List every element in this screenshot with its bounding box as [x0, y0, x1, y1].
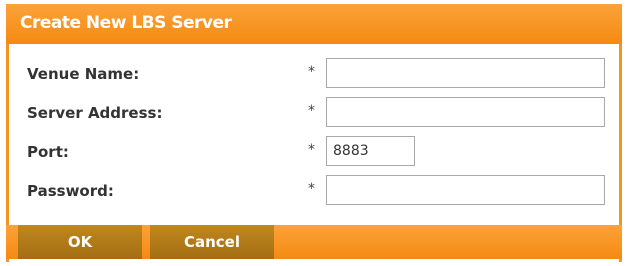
password-label: Password: [27, 182, 114, 200]
ok-button[interactable]: OK [18, 225, 142, 259]
server-address-required-mark: * [308, 103, 315, 119]
venue-name-input[interactable] [326, 58, 605, 88]
server-address-label: Server Address: [27, 104, 163, 122]
create-lbs-server-dialog: Create New LBS Server Venue Name: * Serv… [6, 4, 622, 262]
password-required-mark: * [308, 181, 315, 197]
dialog-footer: OK Cancel [6, 225, 622, 259]
port-row: Port: * [9, 136, 619, 170]
server-address-input[interactable] [326, 97, 605, 127]
password-input[interactable] [326, 175, 605, 205]
dialog-titlebar: Create New LBS Server [6, 4, 622, 44]
password-row: Password: * [9, 175, 619, 209]
server-address-row: Server Address: * [9, 97, 619, 131]
port-input[interactable] [326, 136, 415, 166]
venue-name-required-mark: * [308, 64, 315, 80]
cancel-button[interactable]: Cancel [150, 225, 274, 259]
venue-name-row: Venue Name: * [9, 58, 619, 92]
port-label: Port: [27, 143, 69, 161]
venue-name-label: Venue Name: [27, 65, 140, 83]
port-required-mark: * [308, 142, 315, 158]
dialog-title: Create New LBS Server [20, 13, 232, 33]
